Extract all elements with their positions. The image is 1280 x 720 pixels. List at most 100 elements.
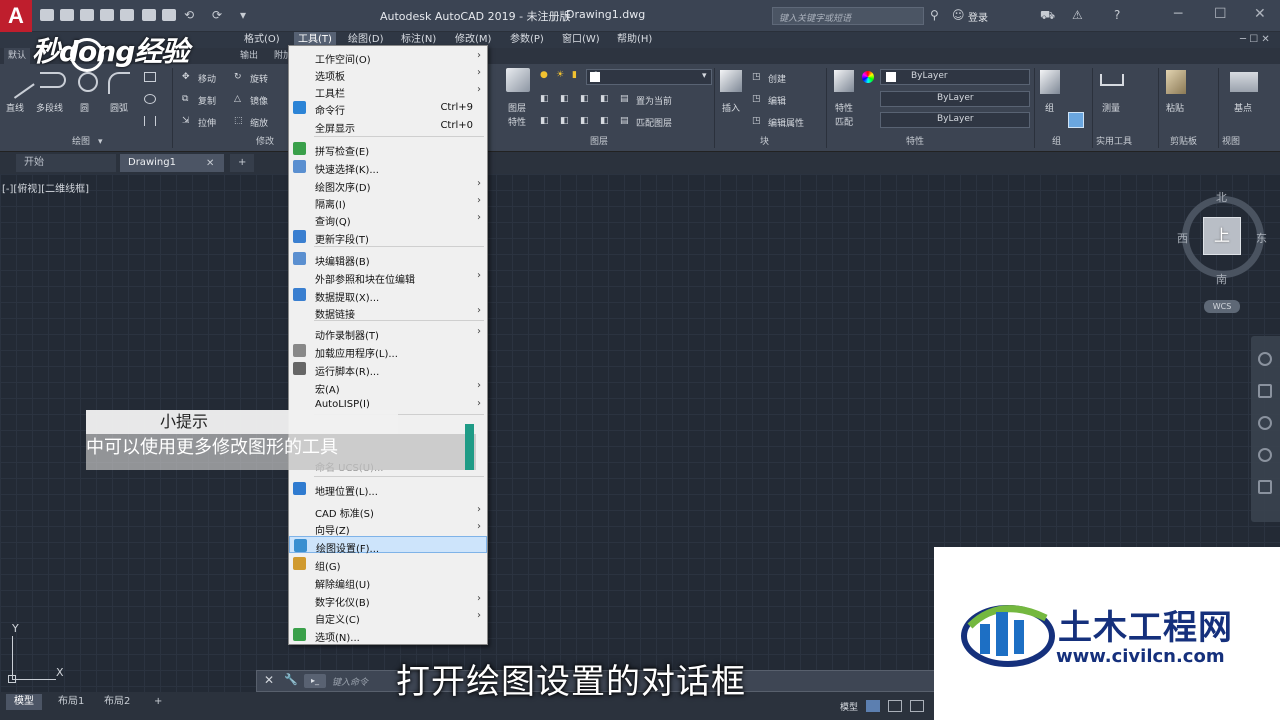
command-input[interactable]: 键入命令 [332,675,368,688]
close-tab-icon[interactable]: ✕ [206,158,214,169]
tools-menu-item[interactable]: 数据链接 › [289,303,487,321]
layer-tool-icon-6[interactable]: ◧ [560,116,569,126]
draw-panel-expand-icon[interactable]: ▾ [98,134,103,150]
new-tab-button[interactable]: + [230,154,255,172]
tools-menu-item[interactable]: 块编辑器(B) [289,250,487,268]
mirror-icon[interactable]: △ [234,94,241,104]
layer-tool-icon-8[interactable]: ◧ [600,116,609,126]
tools-menu-item[interactable]: 数字化仪(B) › [289,591,487,609]
group-button[interactable]: 组 [1045,101,1054,114]
zoom-icon[interactable] [1258,416,1272,430]
search-input[interactable]: 键入关键字或短语 [772,7,924,25]
menu-window[interactable]: 窗口(W) [558,32,604,48]
tools-menu-item[interactable]: 宏(A) › [289,378,487,396]
layer-properties-label-2[interactable]: 特性 [508,115,526,128]
paste-button[interactable]: 粘贴 [1166,101,1184,114]
menu-help[interactable]: 帮助(H) [613,32,656,48]
redo-icon[interactable]: ⟳ [212,8,222,22]
measure-icon[interactable] [1100,74,1124,86]
group-icon[interactable] [1040,70,1060,94]
tools-menu-item[interactable]: 自定义(C) › [289,608,487,626]
ellipse-tool-icon[interactable] [144,94,156,104]
copy-icon[interactable]: ⧉ [182,94,188,104]
layer-dropdown-arrow-icon[interactable]: ▾ [702,71,707,81]
tools-menu-item[interactable]: 动作录制器(T) › [289,324,487,342]
viewcube-top-face[interactable]: 上 [1203,217,1241,255]
binoculars-icon[interactable]: ⚲ [930,8,939,22]
tools-menu-item[interactable]: 选项(N)... [289,626,487,644]
hatch-tool-icon[interactable] [144,116,156,126]
viewport-controls[interactable]: [-][俯视][二维线框] [2,180,89,195]
move-icon[interactable]: ✥ [182,72,190,82]
ortho-toggle-icon[interactable] [910,700,924,712]
wcs-menu[interactable]: WCS [1204,300,1240,313]
layer-tool-icon-2[interactable]: ◧ [560,94,569,104]
arc-tool-label[interactable]: 圆弧 [110,101,128,114]
polyline-tool-icon[interactable] [40,72,66,88]
layer-dropdown[interactable]: 0 [586,69,712,85]
base-view-icon[interactable] [1230,72,1258,92]
color-wheel-icon[interactable] [862,71,874,83]
tools-menu-item[interactable]: 绘图次序(D) › [289,176,487,194]
layer-properties-icon[interactable] [506,68,530,92]
match-layer-button[interactable]: 匹配图层 [636,116,672,129]
stretch-icon[interactable]: ⇲ [182,116,190,126]
circle-tool-icon[interactable] [78,72,98,92]
viewcube-east[interactable]: 东 [1256,230,1267,246]
tab-layout1[interactable]: 布局1 [50,694,92,710]
lock-icon[interactable]: ▮ [572,70,577,80]
help-icon[interactable]: ? [1114,8,1120,22]
snap-toggle-icon[interactable] [888,700,902,712]
tools-menu-item[interactable]: 地理位置(L)... [289,480,487,498]
undo-icon[interactable]: ⟲ [184,8,194,22]
layer-tool-icon-4[interactable]: ◧ [600,94,609,104]
tools-menu-item[interactable]: 运行脚本(R)... [289,360,487,378]
menu-window-controls[interactable]: ─ ☐ ✕ [1240,34,1270,45]
edit-block-button[interactable]: 编辑 [768,94,786,107]
tools-menu-item[interactable]: 全屏显示 Ctrl+0 [289,117,487,135]
measure-button[interactable]: 测量 [1102,101,1120,114]
utilities-panel-title[interactable]: 实用工具 [1096,134,1132,150]
scale-icon[interactable]: ⬚ [234,116,243,126]
rectangle-tool-icon[interactable] [144,72,156,82]
modify-panel-title[interactable]: 修改 [256,134,274,150]
layer-properties-label-1[interactable]: 图层 [508,101,526,114]
tools-menu-item[interactable]: CAD 标准(S) › [289,502,487,520]
layer-tool-icon-1[interactable]: ◧ [540,94,549,104]
recent-commands-icon[interactable]: ▸_ [304,674,326,688]
lineweight-dropdown[interactable]: ByLayer [880,112,1030,128]
viewcube-west[interactable]: 西 [1177,230,1188,246]
app-menu-button[interactable]: A [0,0,32,32]
grid-toggle-icon[interactable] [866,700,880,712]
save-icon[interactable] [80,9,94,21]
command-customize-icon[interactable]: 🔧 [284,673,298,686]
edit-attribute-icon[interactable]: ◳ [752,116,761,126]
tools-menu-item[interactable]: 快速选择(K)... [289,158,487,176]
match-properties-icon[interactable] [834,70,854,92]
properties-panel-title[interactable]: 特性 [906,134,924,150]
set-current-icon[interactable]: ▤ [620,94,629,104]
add-layout-button[interactable]: + [146,694,170,710]
tools-menu-item[interactable]: 绘图设置(F)... [289,536,487,555]
tools-menu-item[interactable]: 选项板 › [289,65,487,83]
draw-panel-title[interactable]: 绘图 [72,134,90,150]
tools-menu-item[interactable]: 隔离(I) › [289,193,487,211]
mirror-button[interactable]: 镜像 [250,94,268,107]
command-close-icon[interactable]: ✕ [264,673,274,687]
plot-icon[interactable] [142,9,156,21]
match-properties-label-2[interactable]: 匹配 [835,115,853,128]
tools-menu-item[interactable]: 工具栏 › [289,82,487,100]
clipboard-panel-title[interactable]: 剪贴板 [1170,134,1197,150]
menu-parametric[interactable]: 参数(P) [506,32,548,48]
close-button[interactable]: ✕ [1254,6,1266,22]
tools-menu-item[interactable]: 外部参照和块在位编辑 › [289,268,487,286]
linetype-dropdown[interactable]: ByLayer [880,91,1030,107]
user-icon[interactable]: ☺ [952,8,965,22]
tools-menu-item[interactable]: 组(G) [289,555,487,573]
print-icon[interactable] [162,9,176,21]
color-dropdown[interactable]: ByLayer [880,69,1030,85]
match-layer-icon[interactable]: ▤ [620,116,629,126]
open-file-icon[interactable] [60,9,74,21]
steering-wheel-icon[interactable] [1258,352,1272,366]
group-select-icon[interactable] [1068,112,1084,128]
